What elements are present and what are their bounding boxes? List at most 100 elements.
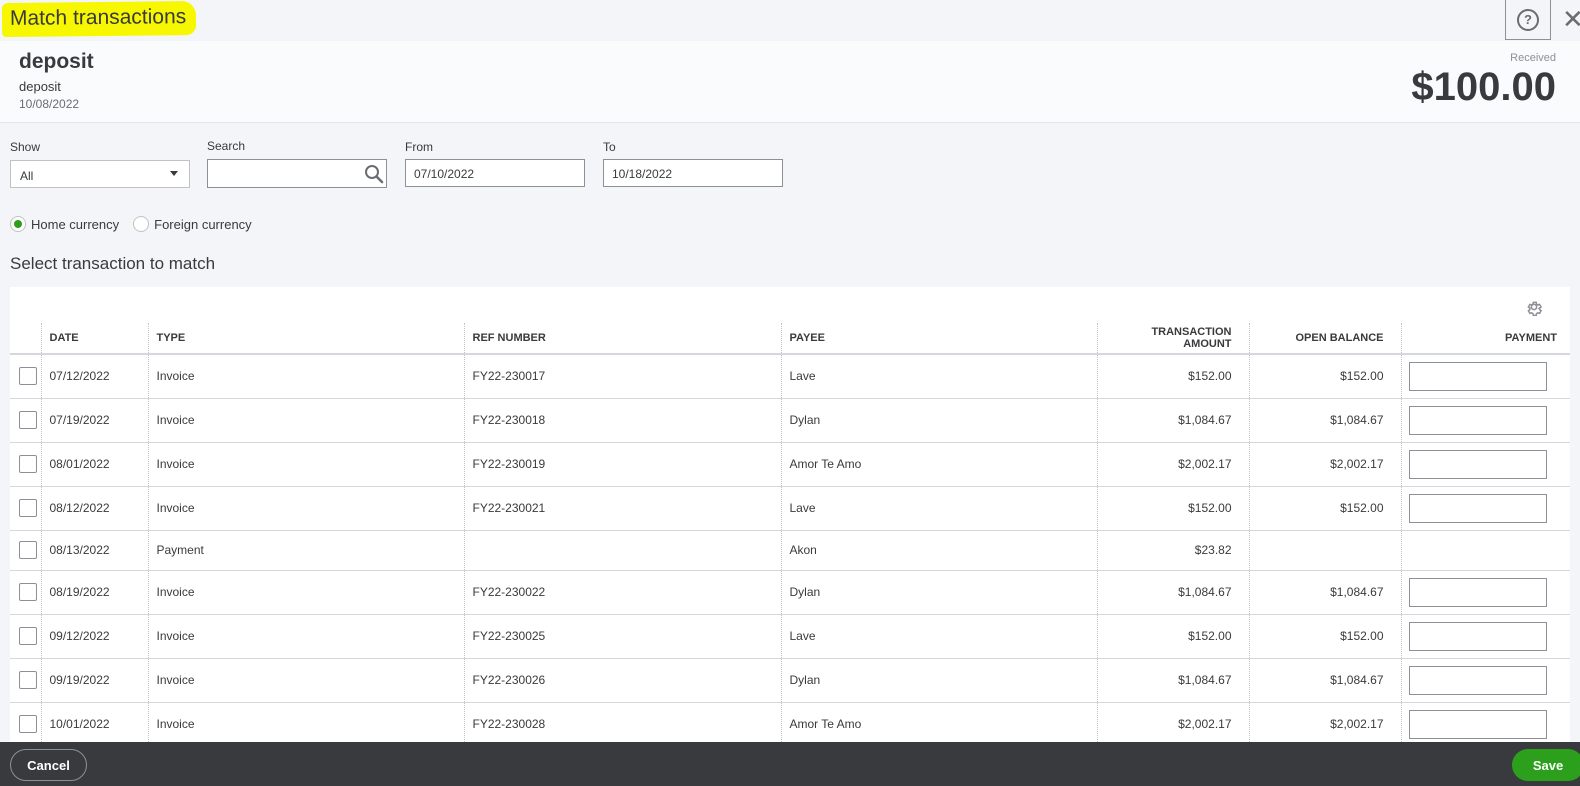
cell-payment [1400,441,1570,486]
table-row[interactable]: 09/12/2022 Invoice FY22-230025 Lave $152.00 $… [10,613,1570,658]
cell-type: Invoice [147,613,464,658]
cell-open-balance: $2,002.17 [1248,441,1401,486]
cell-payee: Dylan [780,657,1097,702]
cell-date: 08/19/2022 [40,569,148,614]
table-row[interactable]: 07/19/2022 Invoice FY22-230018 Dylan $1,084.… [10,397,1570,442]
cell-transaction-amount: $2,002.17 [1096,441,1249,486]
select-cell[interactable] [10,441,41,486]
select-cell[interactable] [10,657,41,702]
cell-ref-number: FY22-230026 [463,657,781,702]
select-cell[interactable] [10,569,41,614]
payment-input[interactable] [1408,361,1547,391]
received-amount: $100.00 [1411,65,1556,109]
cell-payee: Dylan [780,397,1097,442]
select-cell[interactable] [10,485,41,530]
cell-date: 08/01/2022 [40,441,148,486]
cell-payment [1400,397,1570,442]
cancel-button[interactable]: Cancel [10,749,87,781]
row-checkbox[interactable] [19,411,37,429]
column-header-open-balance[interactable]: OPEN BALANCE [1248,323,1401,355]
cell-type: Invoice [147,657,464,702]
transactions-table: DATE TYPE REF NUMBER PAYEE TRANSACTION A… [10,323,1570,742]
gear-icon[interactable] [1525,298,1543,321]
cell-transaction-amount: $1,084.67 [1096,657,1249,702]
transactions-table-card: DATE TYPE REF NUMBER PAYEE TRANSACTION A… [10,287,1570,742]
cell-payment [1400,529,1570,570]
column-header-transaction-amount[interactable]: TRANSACTION AMOUNT [1096,323,1249,355]
select-column-header [10,323,41,355]
payment-input[interactable] [1408,449,1547,479]
cell-ref-number: FY22-230025 [463,613,781,658]
table-row[interactable]: 10/01/2022 Invoice FY22-230028 Amor Te Amo $… [10,701,1570,742]
caret-down-icon [170,171,178,176]
foreign-currency-radio[interactable] [133,216,150,232]
cell-ref-number: FY22-230022 [463,569,781,614]
row-checkbox[interactable] [19,627,37,645]
filter-bar: Show All Search From 07/10/2022 To 10/18… [0,124,1580,284]
select-cell[interactable] [10,397,41,442]
save-button[interactable]: Save [1512,749,1580,781]
help-button[interactable]: ? [1505,0,1551,40]
row-checkbox[interactable] [19,499,37,517]
row-checkbox[interactable] [19,367,37,386]
close-icon[interactable]: ✕ [1562,6,1580,32]
cell-type: Invoice [147,441,464,486]
table-row[interactable]: 09/19/2022 Invoice FY22-230026 Dylan $1,084.… [10,657,1570,702]
table-row[interactable]: 08/13/2022 Payment Akon $23.82 [10,529,1570,570]
select-cell[interactable] [10,353,41,398]
table-row[interactable]: 08/01/2022 Invoice FY22-230019 Amor Te Amo $… [10,441,1570,486]
to-date-field[interactable]: 10/18/2022 [603,159,783,187]
payment-input[interactable] [1408,621,1547,651]
cell-date: 09/12/2022 [40,613,148,658]
cell-type: Invoice [147,569,464,614]
column-header-date[interactable]: DATE [40,323,148,355]
cell-transaction-amount: $1,084.67 [1096,569,1249,614]
column-header-payment[interactable]: PAYMENT [1400,323,1570,355]
cell-payment [1400,569,1570,614]
cell-payee: Akon [780,529,1097,570]
deposit-subtitle: deposit [19,79,61,94]
cell-transaction-amount: $152.00 [1096,353,1249,398]
select-cell[interactable] [10,613,41,658]
cell-payment [1400,485,1570,530]
cell-type: Invoice [147,353,464,398]
table-row[interactable]: 08/12/2022 Invoice FY22-230021 Lave $152.00 $… [10,485,1570,530]
column-header-payee[interactable]: PAYEE [780,323,1097,355]
table-body: 07/12/2022 Invoice FY22-230017 Lave $152.00 $… [10,353,1570,742]
title-highlight: Match transactions [1,0,197,38]
table-header-row: DATE TYPE REF NUMBER PAYEE TRANSACTION A… [10,323,1570,355]
cell-open-balance: $152.00 [1248,353,1401,398]
cell-ref-number: FY22-230021 [463,485,781,530]
row-checkbox[interactable] [19,455,37,473]
cell-date: 10/01/2022 [40,701,148,742]
search-input[interactable] [207,159,387,188]
home-currency-radio[interactable] [10,216,26,232]
row-checkbox[interactable] [19,541,37,559]
payment-input[interactable] [1408,405,1547,435]
table-row[interactable]: 07/12/2022 Invoice FY22-230017 Lave $152.00 $… [10,353,1570,398]
select-cell[interactable] [10,529,41,570]
select-cell[interactable] [10,701,41,742]
table-row[interactable]: 08/19/2022 Invoice FY22-230022 Dylan $1,084.… [10,569,1570,614]
column-header-type[interactable]: TYPE [147,323,464,355]
row-checkbox[interactable] [19,715,37,734]
from-date-field[interactable]: 07/10/2022 [405,159,585,187]
payment-input[interactable] [1408,709,1547,739]
column-header-ref-number[interactable]: REF NUMBER [463,323,781,355]
payment-input[interactable] [1408,665,1547,695]
search-icon[interactable] [361,160,386,187]
row-checkbox[interactable] [19,671,37,689]
show-dropdown[interactable]: All [10,160,190,188]
cell-type: Invoice [147,701,464,742]
search-label: Search [207,139,246,153]
cell-ref-number: FY22-230028 [463,701,781,742]
cell-transaction-amount: $152.00 [1096,613,1249,658]
payment-input[interactable] [1408,577,1547,607]
home-currency-label: Home currency [31,216,120,232]
cell-open-balance: $152.00 [1248,613,1401,658]
cell-payee: Lave [780,353,1097,398]
dialog-footer: Cancel Save [0,742,1580,786]
cell-date: 08/12/2022 [40,485,148,530]
row-checkbox[interactable] [19,583,37,601]
payment-input[interactable] [1408,493,1547,523]
